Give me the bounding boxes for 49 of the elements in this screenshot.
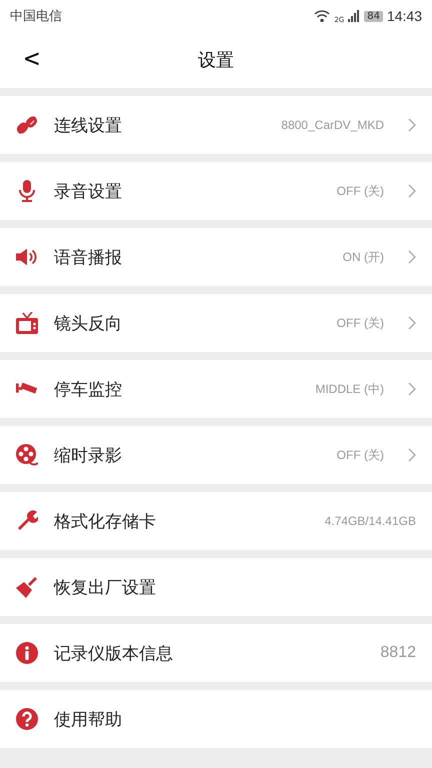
battery-level: 84 [364, 10, 383, 22]
settings-row[interactable]: 缩时录影 OFF (关) [0, 426, 432, 484]
setting-value: 8800_CarDV_MKD [281, 118, 384, 132]
wifi-icon [314, 10, 330, 22]
back-button[interactable]: < [18, 44, 46, 74]
setting-label: 使用帮助 [54, 708, 123, 730]
setting-value: OFF (关) [336, 446, 384, 464]
setting-label: 录音设置 [54, 180, 123, 202]
setting-label: 连线设置 [54, 114, 123, 136]
settings-row[interactable]: 格式化存储卡 4.74GB/14.41GB [0, 492, 432, 550]
chevron-icon [408, 184, 416, 198]
settings-row[interactable]: 使用帮助 [0, 690, 432, 748]
chevron-icon [408, 448, 416, 462]
settings-row[interactable]: 录音设置 OFF (关) [0, 162, 432, 220]
chevron-icon [408, 118, 416, 132]
settings-row[interactable]: 恢复出厂设置 [0, 558, 432, 616]
setting-value: OFF (关) [336, 314, 384, 332]
setting-label: 镜头反向 [54, 312, 123, 334]
setting-value: MIDDLE (中) [315, 380, 384, 398]
microphone-icon [18, 180, 36, 202]
info-icon [16, 642, 38, 664]
setting-label: 停车监控 [54, 378, 123, 400]
setting-label: 记录仪版本信息 [54, 642, 174, 664]
settings-row[interactable]: 连线设置 8800_CarDV_MKD [0, 96, 432, 154]
setting-label: 缩时录影 [54, 444, 123, 466]
setting-label: 格式化存储卡 [54, 510, 157, 532]
settings-row[interactable]: 记录仪版本信息 8812 [0, 624, 432, 682]
setting-value: 4.74GB/14.41GB [324, 514, 416, 528]
settings-row[interactable]: 镜头反向 OFF (关) [0, 294, 432, 352]
setting-label: 恢复出厂设置 [54, 576, 157, 598]
settings-row[interactable]: 停车监控 MIDDLE (中) [0, 360, 432, 418]
help-icon [16, 708, 38, 730]
chevron-icon [408, 316, 416, 330]
speaker-icon [16, 247, 38, 267]
signal-icon [348, 10, 360, 22]
settings-row[interactable]: 语音播报 ON (开) [0, 228, 432, 286]
setting-value: OFF (关) [336, 182, 384, 200]
setting-value: ON (开) [342, 248, 384, 266]
tv-icon [16, 312, 38, 334]
clock: 14:43 [386, 8, 422, 24]
brush-icon [16, 576, 38, 598]
wrench-icon [16, 510, 38, 532]
version-number: 8812 [380, 644, 416, 662]
film-reel-icon [16, 444, 38, 466]
carrier-name: 中国电信 [10, 8, 63, 25]
chevron-icon [408, 250, 416, 264]
setting-label: 语音播报 [54, 246, 123, 268]
chevron-icon [408, 382, 416, 396]
page-title: 设置 [198, 49, 234, 72]
